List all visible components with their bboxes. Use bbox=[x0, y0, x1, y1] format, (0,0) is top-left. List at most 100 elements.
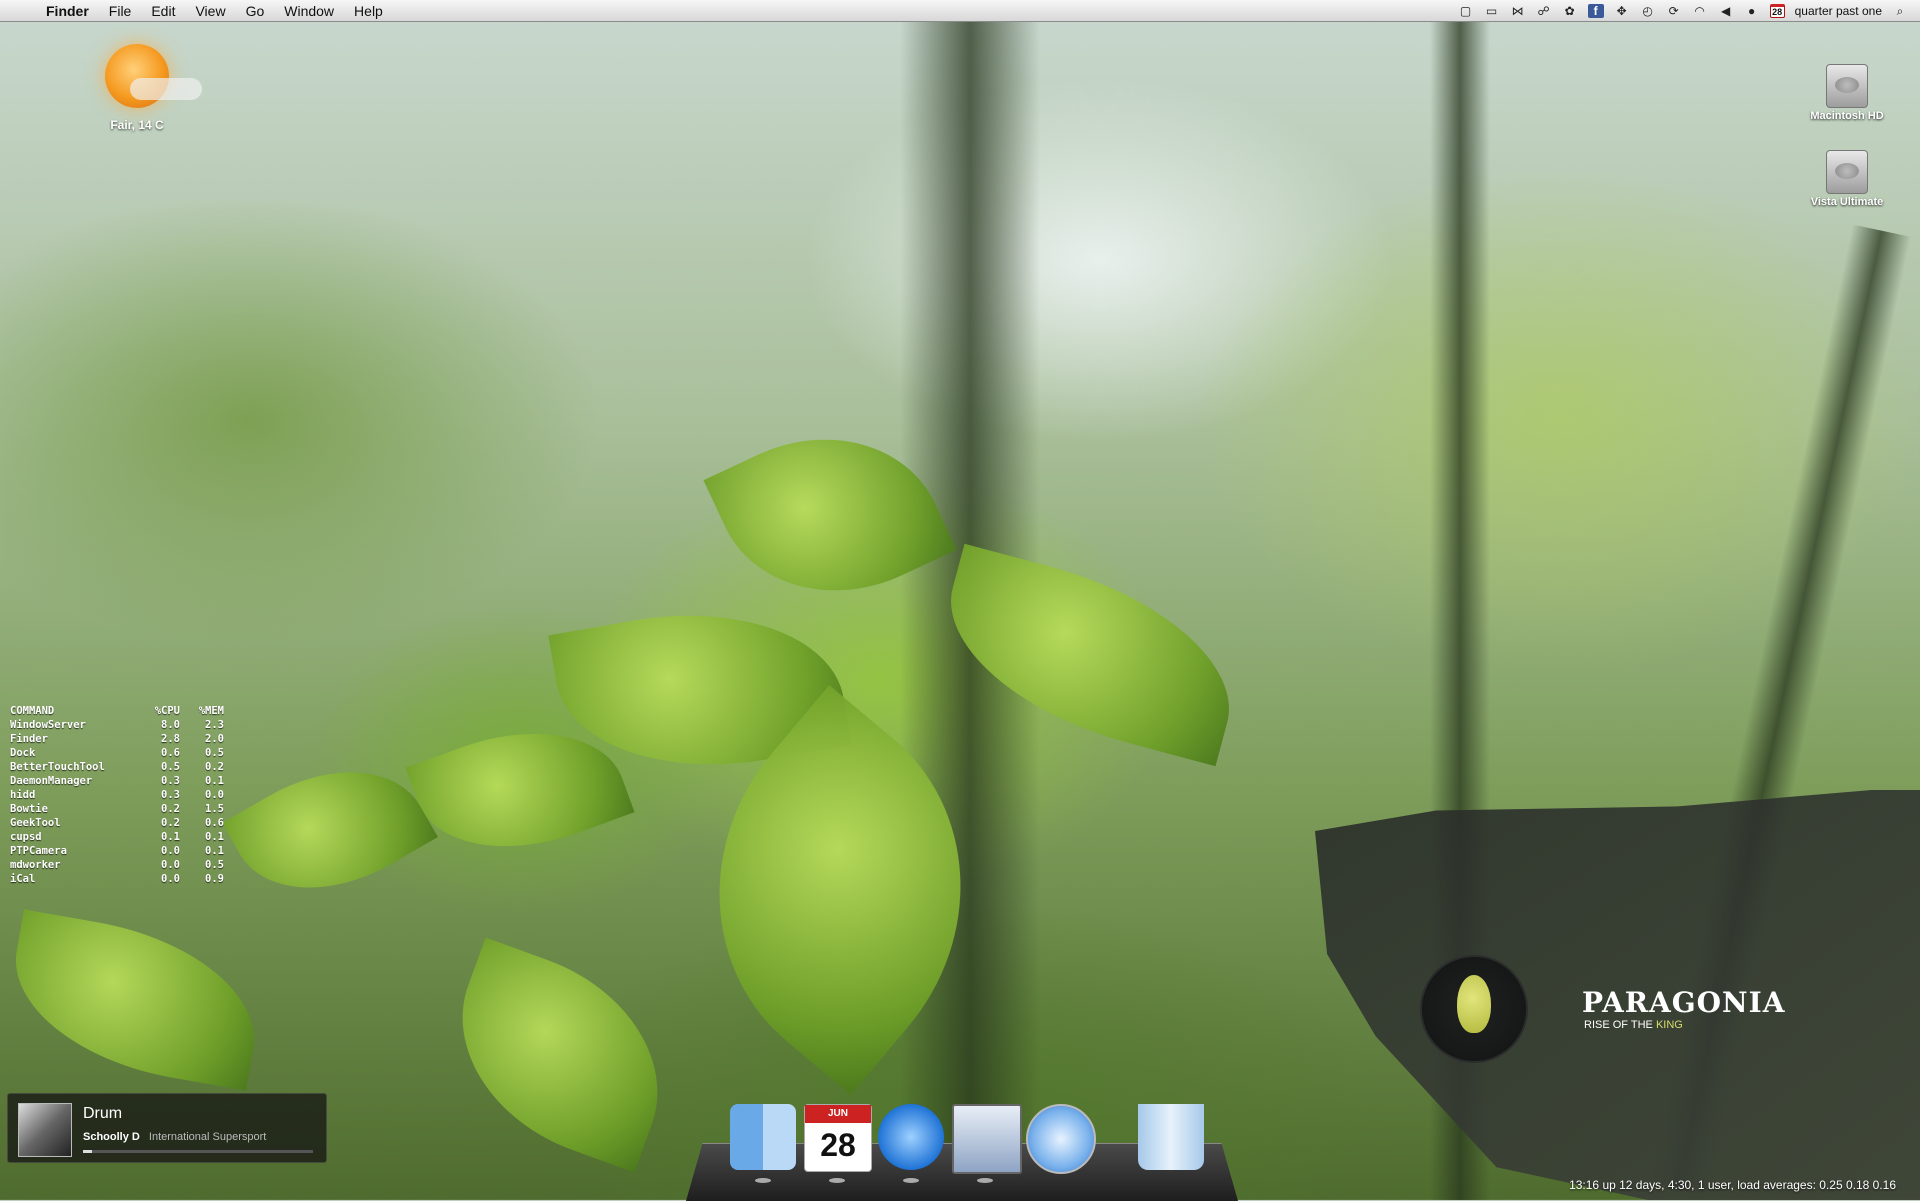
process-name: BetterTouchTool bbox=[10, 761, 105, 773]
track-progress-fill bbox=[83, 1150, 93, 1153]
process-name: iCal bbox=[10, 873, 36, 885]
menu-clock[interactable]: quarter past one bbox=[1795, 4, 1882, 18]
desktop-icon-vista-ultimate[interactable]: Vista Ultimate bbox=[1797, 150, 1897, 208]
terminal-icon[interactable]: ▭ bbox=[1484, 4, 1500, 18]
track-title: Drum bbox=[83, 1105, 123, 1122]
table-row: Dock 0.6 0.5 bbox=[10, 746, 224, 760]
process-name: PTPCamera bbox=[10, 845, 67, 857]
column-header: COMMAND bbox=[10, 705, 55, 717]
uptime-readout: 13:16 up 12 days, 4:30, 1 user, load ave… bbox=[1569, 1178, 1896, 1192]
ical-day: 28 bbox=[820, 1127, 856, 1163]
now-playing-widget[interactable]: Drum Schoolly D International Supersport bbox=[7, 1093, 327, 1163]
process-mem: 2.0 bbox=[205, 733, 224, 745]
dock-ical-icon[interactable]: JUN 28 bbox=[804, 1104, 872, 1172]
process-cpu: 0.0 bbox=[161, 845, 180, 857]
table-row: BetterTouchTool 0.5 0.2 bbox=[10, 760, 224, 774]
menu-app-name[interactable]: Finder bbox=[36, 3, 99, 19]
brand-title: PARAGONIA bbox=[1582, 986, 1786, 1019]
menu-go[interactable]: Go bbox=[236, 3, 275, 19]
bowtie-icon[interactable]: ⋈ bbox=[1510, 4, 1526, 18]
wallpaper-leaf bbox=[427, 937, 693, 1173]
process-cpu: 0.3 bbox=[161, 789, 180, 801]
wifi-icon[interactable]: ◠ bbox=[1692, 4, 1708, 18]
process-name: hidd bbox=[10, 789, 36, 801]
running-indicator bbox=[903, 1178, 919, 1183]
table-row: iCal 0.0 0.9 bbox=[10, 872, 224, 886]
process-mem: 0.1 bbox=[205, 775, 224, 787]
sync-app-icon[interactable]: ☍ bbox=[1536, 4, 1552, 18]
calendar-icon[interactable]: 28 bbox=[1769, 4, 1785, 18]
menu-bar: Finder File Edit View Go Window Help ▢ ▭… bbox=[0, 0, 1920, 22]
menu-help[interactable]: Help bbox=[344, 3, 393, 19]
process-mem: 0.1 bbox=[205, 845, 224, 857]
table-header-row: COMMAND %CPU %MEM bbox=[10, 704, 224, 718]
running-indicator bbox=[829, 1178, 845, 1183]
process-cpu: 0.3 bbox=[161, 775, 180, 787]
dock-itunes-icon[interactable] bbox=[878, 1104, 944, 1170]
menu-file[interactable]: File bbox=[99, 3, 142, 19]
process-cpu: 0.1 bbox=[161, 831, 180, 843]
cloud-icon bbox=[130, 78, 202, 100]
wallpaper-leaf bbox=[222, 733, 438, 927]
hard-drive-icon bbox=[1826, 150, 1868, 194]
album-art bbox=[18, 1103, 72, 1157]
table-row: GeekTool 0.2 0.6 bbox=[10, 816, 224, 830]
user-icon[interactable]: ● bbox=[1744, 4, 1760, 18]
desktop-icon-label: Vista Ultimate bbox=[1810, 196, 1884, 208]
process-mem: 0.2 bbox=[205, 761, 224, 773]
process-cpu: 0.0 bbox=[161, 859, 180, 871]
running-indicator bbox=[755, 1178, 771, 1183]
dock-safari-icon[interactable] bbox=[1026, 1104, 1096, 1174]
running-indicator bbox=[977, 1178, 993, 1183]
weather-widget: Fair, 14 C bbox=[72, 44, 202, 132]
process-name: Bowtie bbox=[10, 803, 48, 815]
track-progress-bar[interactable] bbox=[83, 1150, 313, 1153]
process-name: DaemonManager bbox=[10, 775, 93, 787]
facebook-icon[interactable]: f bbox=[1587, 4, 1604, 18]
process-mem: 0.1 bbox=[205, 831, 224, 843]
table-row: Bowtie 0.2 1.5 bbox=[10, 802, 224, 816]
process-cpu: 0.2 bbox=[161, 817, 180, 829]
spotlight-search-icon[interactable]: ⌕ bbox=[1892, 4, 1908, 18]
bettertouchtool-icon[interactable]: ✥ bbox=[1614, 4, 1630, 18]
column-header: %MEM bbox=[198, 705, 224, 717]
weather-text: Fair, 14 C bbox=[110, 118, 164, 132]
menu-extras: ▢ ▭ ⋈ ☍ ✿ f ✥ ◴ ⟳ ◠ ◀ ● 28 quarter past … bbox=[1458, 0, 1908, 22]
brand-subtitle-prefix: RISE OF THE bbox=[1584, 1019, 1653, 1031]
desktop-icon-macintosh-hd[interactable]: Macintosh HD bbox=[1797, 64, 1897, 122]
process-name: Finder bbox=[10, 733, 48, 745]
process-cpu: 8.0 bbox=[161, 719, 180, 731]
brand-subtitle-highlight: KING bbox=[1655, 1019, 1683, 1031]
process-cpu: 0.2 bbox=[161, 803, 180, 815]
menu-edit[interactable]: Edit bbox=[141, 3, 185, 19]
geektool-icon[interactable]: ▢ bbox=[1458, 4, 1474, 18]
hard-drive-icon bbox=[1826, 64, 1868, 108]
process-name: Dock bbox=[10, 747, 36, 759]
volume-icon[interactable]: ◀ bbox=[1718, 4, 1734, 18]
process-name: cupsd bbox=[10, 831, 42, 843]
table-row: Finder 2.8 2.0 bbox=[10, 732, 224, 746]
desktop-icon-label: Macintosh HD bbox=[1810, 110, 1884, 122]
sync-icon[interactable]: ⟳ bbox=[1666, 4, 1682, 18]
process-cpu: 0.0 bbox=[161, 873, 180, 885]
table-row: PTPCamera 0.0 0.1 bbox=[10, 844, 224, 858]
process-name: WindowServer bbox=[10, 719, 86, 731]
process-name: GeekTool bbox=[10, 817, 61, 829]
process-cpu: 2.8 bbox=[161, 733, 180, 745]
dock: JUN 28 bbox=[720, 1104, 1204, 1184]
paragonia-emblem-icon bbox=[1420, 955, 1528, 1063]
process-mem: 0.6 bbox=[205, 817, 224, 829]
process-name: mdworker bbox=[10, 859, 61, 871]
dock-mail-icon[interactable] bbox=[952, 1104, 1022, 1174]
process-cpu: 0.5 bbox=[161, 761, 180, 773]
time-machine-icon[interactable]: ◴ bbox=[1640, 4, 1656, 18]
track-album: International Supersport bbox=[148, 1131, 267, 1143]
menu-window[interactable]: Window bbox=[274, 3, 344, 19]
process-mem: 0.5 bbox=[205, 747, 224, 759]
growl-paw-icon[interactable]: ✿ bbox=[1562, 4, 1578, 18]
table-row: mdworker 0.0 0.5 bbox=[10, 858, 224, 872]
dock-trash-icon[interactable] bbox=[1138, 1104, 1204, 1170]
brand-subtitle: RISE OF THE KING bbox=[1584, 1019, 1683, 1031]
menu-view[interactable]: View bbox=[185, 3, 235, 19]
dock-finder-icon[interactable] bbox=[730, 1104, 796, 1170]
